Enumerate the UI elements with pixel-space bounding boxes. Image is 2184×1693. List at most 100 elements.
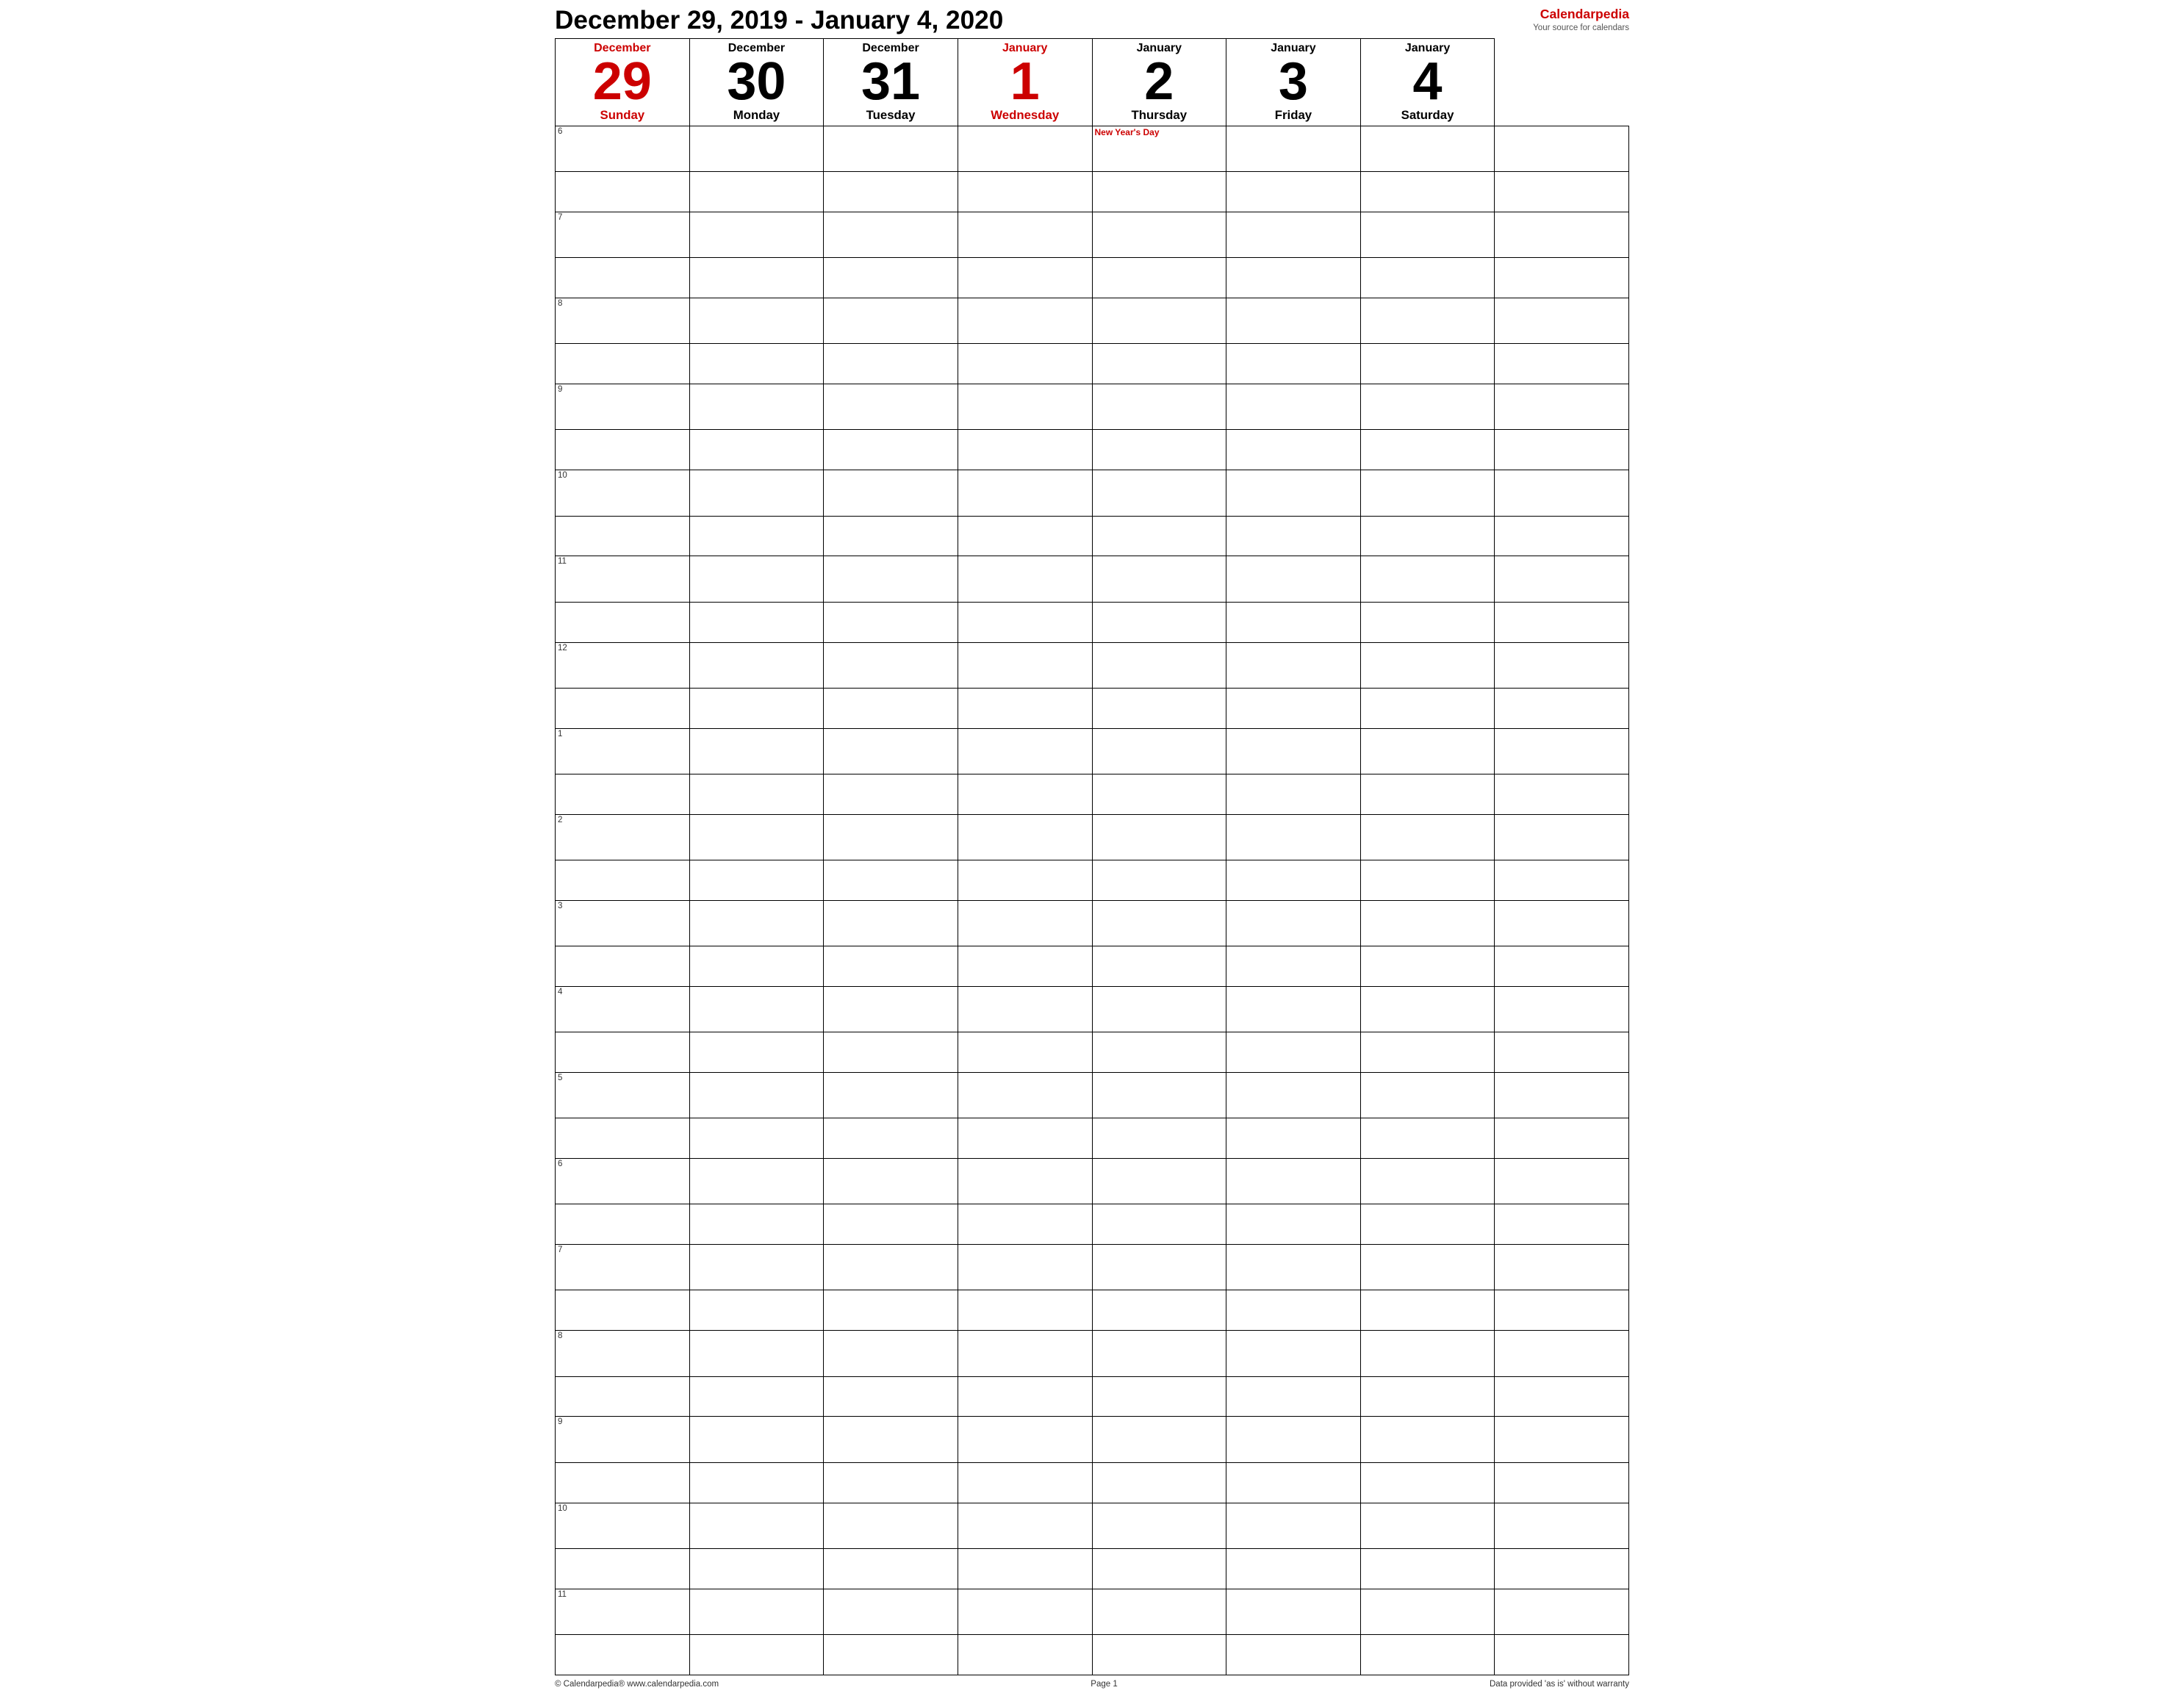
event-cell-day4-row15 xyxy=(1226,1417,1361,1462)
event-cell-day1-row3 xyxy=(824,384,958,430)
footer-left: © Calendarpedia® www.calendarpedia.com xyxy=(555,1680,719,1689)
event-cell-half-day1-row10 xyxy=(824,1032,958,1073)
page-title: December 29, 2019 - January 4, 2020 xyxy=(555,6,1003,35)
event-cell-half-day5-row12 xyxy=(1360,1204,1495,1245)
event-cell-half-day3-row8 xyxy=(1092,860,1226,900)
event-cell-day6-row15 xyxy=(1495,1417,1629,1462)
event-cell-day2-row16 xyxy=(958,1503,1092,1548)
event-cell-day2-row1 xyxy=(958,212,1092,258)
event-cell-half-day4-row3 xyxy=(1226,430,1361,470)
event-cell-half-day1-row9 xyxy=(824,946,958,987)
time-row-half-5 xyxy=(556,602,1629,642)
event-cell-half-day6-row4 xyxy=(1495,516,1629,556)
time-row-16: 10 xyxy=(556,1503,1629,1548)
time-row-8: 2 xyxy=(556,814,1629,860)
time-label-15: 9 xyxy=(556,1417,690,1462)
event-cell-day2-row5 xyxy=(958,556,1092,602)
event-cell-half-day0-row7 xyxy=(689,774,824,814)
event-cell-half-day4-row16 xyxy=(1226,1548,1361,1589)
day-number-5: 3 xyxy=(1231,55,1356,108)
event-cell-half-day4-row12 xyxy=(1226,1204,1361,1245)
event-cell-day0-row11 xyxy=(689,1073,824,1118)
event-cell-day1-row1 xyxy=(824,212,958,258)
event-cell-day5-row6 xyxy=(1360,642,1495,688)
day-name-2: Tuesday xyxy=(828,108,953,123)
event-cell-half-day3-row4 xyxy=(1092,516,1226,556)
event-cell-day4-row2 xyxy=(1226,298,1361,344)
event-cell-half-day3-row13 xyxy=(1092,1290,1226,1331)
day-header-wednesday: January1Wednesday xyxy=(958,39,1092,126)
time-row-0: 6New Year's Day xyxy=(556,126,1629,172)
event-cell-day5-row12 xyxy=(1360,1159,1495,1204)
event-cell-day5-row8 xyxy=(1360,814,1495,860)
event-cell-half-day1-row4 xyxy=(824,516,958,556)
event-cell-half-day0-row13 xyxy=(689,1290,824,1331)
event-cell-half-day3-row1 xyxy=(1092,258,1226,298)
time-row-half-15 xyxy=(556,1462,1629,1503)
event-cell-half-day4-row13 xyxy=(1226,1290,1361,1331)
event-cell-half-day6-row9 xyxy=(1495,946,1629,987)
event-cell-half-day5-row13 xyxy=(1360,1290,1495,1331)
time-row-11: 5 xyxy=(556,1073,1629,1118)
event-cell-day0-row8 xyxy=(689,814,824,860)
time-row-half-2 xyxy=(556,344,1629,384)
event-cell-day1-row6 xyxy=(824,642,958,688)
event-cell-half-day6-row0 xyxy=(1495,172,1629,212)
day-header-thursday: January2Thursday xyxy=(1092,39,1226,126)
time-row-9: 3 xyxy=(556,900,1629,946)
event-cell-half-day0-row15 xyxy=(689,1462,824,1503)
event-cell-day5-row5 xyxy=(1360,556,1495,602)
event-cell-half-day6-row7 xyxy=(1495,774,1629,814)
event-cell-half-day4-row2 xyxy=(1226,344,1361,384)
event-cell-day3-row4 xyxy=(1092,470,1226,516)
event-cell-half-day5-row9 xyxy=(1360,946,1495,987)
day-number-1: 30 xyxy=(694,55,819,108)
event-cell-half-day2-row17 xyxy=(958,1634,1092,1675)
event-cell-half-day2-row6 xyxy=(958,688,1092,728)
time-row-5: 11 xyxy=(556,556,1629,602)
time-label-8: 2 xyxy=(556,814,690,860)
event-cell-half-day3-row6 xyxy=(1092,688,1226,728)
event-cell-half-day2-row0 xyxy=(958,172,1092,212)
event-cell-day6-row0 xyxy=(1495,126,1629,172)
event-cell-half-day6-row2 xyxy=(1495,344,1629,384)
event-cell-day4-row10 xyxy=(1226,986,1361,1032)
event-cell-day1-row11 xyxy=(824,1073,958,1118)
event-cell-day5-row11 xyxy=(1360,1073,1495,1118)
event-cell-half-day5-row17 xyxy=(1360,1634,1495,1675)
time-row-half-4 xyxy=(556,516,1629,556)
event-cell-half-day1-row15 xyxy=(824,1462,958,1503)
event-cell-day5-row15 xyxy=(1360,1417,1495,1462)
day-number-4: 2 xyxy=(1097,55,1222,108)
event-cell-half-day3-row15 xyxy=(1092,1462,1226,1503)
event-cell-day5-row2 xyxy=(1360,298,1495,344)
event-cell-day6-row9 xyxy=(1495,900,1629,946)
event-cell-half-day6-row3 xyxy=(1495,430,1629,470)
event-cell-day3-row13 xyxy=(1092,1245,1226,1290)
time-label-half-0 xyxy=(556,172,690,212)
event-cell-half-day0-row11 xyxy=(689,1118,824,1159)
day-header-sunday: December29Sunday xyxy=(556,39,690,126)
time-label-half-12 xyxy=(556,1204,690,1245)
event-cell-day2-row12 xyxy=(958,1159,1092,1204)
time-row-half-0 xyxy=(556,172,1629,212)
footer-center: Page 1 xyxy=(1091,1680,1118,1689)
event-cell-day1-row9 xyxy=(824,900,958,946)
event-cell-day6-row8 xyxy=(1495,814,1629,860)
time-row-7: 1 xyxy=(556,728,1629,774)
event-cell-half-day3-row0 xyxy=(1092,172,1226,212)
event-cell-half-day0-row17 xyxy=(689,1634,824,1675)
calendar-table: December29SundayDecember30MondayDecember… xyxy=(555,38,1629,1675)
event-cell-day6-row10 xyxy=(1495,986,1629,1032)
event-cell-half-day5-row2 xyxy=(1360,344,1495,384)
event-cell-day0-row2 xyxy=(689,298,824,344)
event-cell-day3-row2 xyxy=(1092,298,1226,344)
time-label-10: 4 xyxy=(556,986,690,1032)
event-cell-day3-row14 xyxy=(1092,1331,1226,1376)
event-cell-half-day1-row14 xyxy=(824,1376,958,1417)
event-cell-day1-row15 xyxy=(824,1417,958,1462)
event-cell-half-day1-row16 xyxy=(824,1548,958,1589)
event-cell-half-day5-row4 xyxy=(1360,516,1495,556)
event-cell-day0-row1 xyxy=(689,212,824,258)
event-cell-half-day1-row0 xyxy=(824,172,958,212)
